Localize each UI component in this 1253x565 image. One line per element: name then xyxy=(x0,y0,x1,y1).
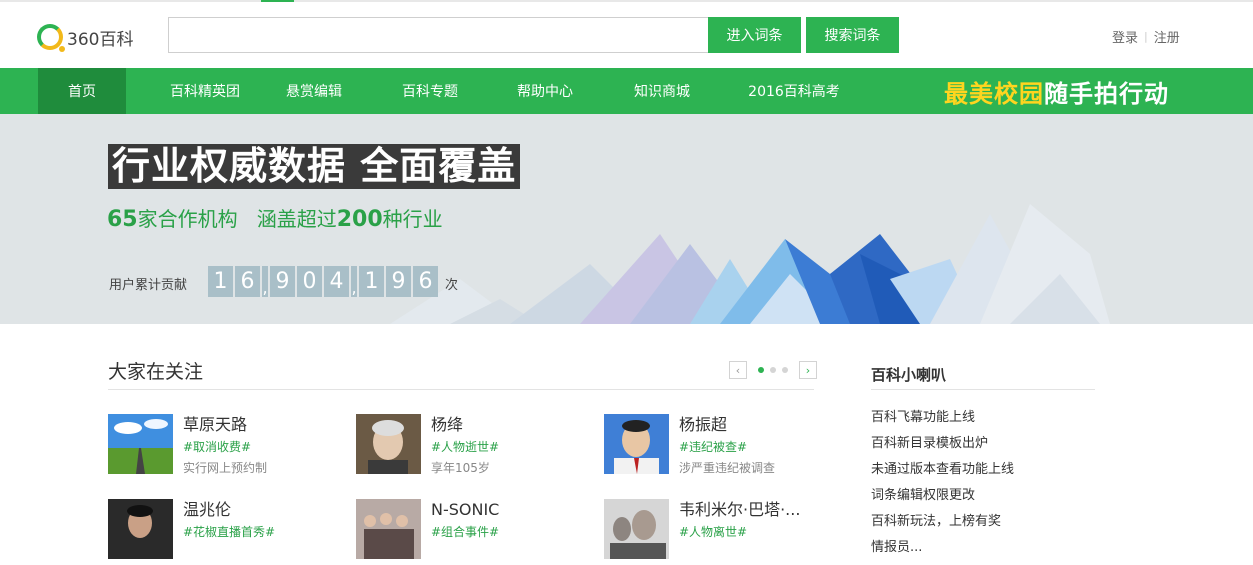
card-tag[interactable]: #取消收费# xyxy=(183,438,267,455)
enter-entry-button[interactable]: 进入词条 xyxy=(708,17,801,53)
promo-yellow-text: 最美校园 xyxy=(944,80,1044,108)
logo-text: 360百科 xyxy=(67,29,134,50)
sidebar-news-item[interactable]: 情报员... xyxy=(871,539,1014,565)
card-thumbnail xyxy=(356,499,421,559)
counter-digit: 4 xyxy=(324,266,349,297)
card-desc: 实行网上预约制 xyxy=(183,461,268,475)
next-page-button[interactable]: › xyxy=(799,361,817,379)
card-name[interactable]: 杨振超 xyxy=(679,414,775,436)
counter-label: 用户累计贡献 xyxy=(109,278,188,293)
section-title: 大家在关注 xyxy=(108,361,204,383)
card-thumbnail xyxy=(108,414,173,474)
industry-count: 200 xyxy=(336,207,383,232)
header: 360百科 进入词条 搜索词条 登录 | 注册 xyxy=(0,2,1253,68)
banner-title: 行业权威数据 全面覆盖 xyxy=(108,144,521,189)
card-tag[interactable]: #花椒直播首秀# xyxy=(183,523,275,540)
sidebar-divider xyxy=(871,389,1095,390)
sidebar-news-item[interactable]: 百科飞幕功能上线 xyxy=(871,409,1014,435)
page-dots xyxy=(755,367,791,373)
campus-promo-banner[interactable]: 最美校园随手拍行动 xyxy=(944,74,1169,109)
counter-unit: 次 xyxy=(445,278,459,293)
card-thumbnail xyxy=(604,414,669,474)
search-entry-button[interactable]: 搜索词条 xyxy=(806,17,899,53)
login-link[interactable]: 登录 xyxy=(1112,27,1138,46)
counter-comma: , xyxy=(351,266,357,297)
counter-digit: 6 xyxy=(413,266,438,297)
trending-card[interactable]: 杨振超 #违纪被查# 涉严重违纪被调查 xyxy=(604,414,775,476)
trending-card[interactable]: N-SONIC #组合事件# xyxy=(356,499,499,559)
partner-label: 家合作机构 xyxy=(137,207,238,231)
counter-digit: 6 xyxy=(235,266,260,297)
sidebar-news-list: 百科飞幕功能上线 百科新目录模板出炉 未通过版本查看功能上线 词条编辑权限更改 … xyxy=(871,409,1014,565)
card-desc: 涉严重违纪被调查 xyxy=(679,461,776,475)
trending-card[interactable]: 杨绛 #人物逝世# 享年105岁 xyxy=(356,414,499,476)
trending-card[interactable]: 温兆伦 #花椒直播首秀# xyxy=(108,499,275,559)
card-desc: 享年105岁 xyxy=(431,461,490,475)
card-thumbnail xyxy=(604,499,669,559)
card-tag[interactable]: #组合事件# xyxy=(431,523,499,540)
prev-page-button[interactable]: ‹ xyxy=(729,361,747,379)
card-name[interactable]: 杨绛 xyxy=(431,414,499,436)
page-dot[interactable] xyxy=(782,367,788,373)
card-tag[interactable]: #违纪被查# xyxy=(679,438,775,455)
counter-digit: 0 xyxy=(297,266,322,297)
contribution-counter: 1 6 , 9 0 4 , 1 9 6 xyxy=(208,266,440,297)
partner-count: 65 xyxy=(107,207,138,232)
sidebar-title: 百科小喇叭 xyxy=(871,366,947,384)
counter-digit: 1 xyxy=(359,266,384,297)
counter-digit: 9 xyxy=(270,266,295,297)
nav-item-help[interactable]: 帮助中心 xyxy=(507,68,583,114)
nav-item-elite[interactable]: 百科精英团 xyxy=(146,68,264,114)
login-area: 登录 | 注册 xyxy=(1112,27,1180,46)
section-divider xyxy=(108,389,814,390)
sidebar-news-item[interactable]: 百科新目录模板出炉 xyxy=(871,435,1014,461)
logo-icon xyxy=(37,24,65,52)
page-dot[interactable] xyxy=(770,367,776,373)
trending-card[interactable]: 韦利米尔·巴塔·... #人物离世# xyxy=(604,499,800,559)
industry-label: 种行业 xyxy=(382,207,443,231)
counter-digit: 9 xyxy=(386,266,411,297)
card-thumbnail xyxy=(108,499,173,559)
card-tag[interactable]: #人物离世# xyxy=(679,523,800,540)
coverage-label: 涵盖超过 xyxy=(256,207,337,231)
sidebar-news-item[interactable]: 词条编辑权限更改 xyxy=(871,487,1014,513)
trending-card[interactable]: 草原天路 #取消收费# 实行网上预约制 xyxy=(108,414,267,476)
card-name[interactable]: 草原天路 xyxy=(183,414,267,436)
separator: | xyxy=(1144,30,1148,43)
card-tag[interactable]: #人物逝世# xyxy=(431,438,499,455)
nav-item-store[interactable]: 知识商城 xyxy=(624,68,700,114)
nav-item-topics[interactable]: 百科专题 xyxy=(392,68,468,114)
sidebar-news-item[interactable]: 未通过版本查看功能上线 xyxy=(871,461,1014,487)
counter-comma: , xyxy=(262,266,268,297)
logo[interactable]: 360百科 xyxy=(37,23,134,52)
nav-item-home[interactable]: 首页 xyxy=(38,68,126,114)
nav-item-reward[interactable]: 悬赏编辑 xyxy=(276,68,352,114)
main-nav: 首页 百科精英团 悬赏编辑 百科专题 帮助中心 知识商城 2016百科高考 最美… xyxy=(0,68,1253,114)
card-name[interactable]: N-SONIC xyxy=(431,499,499,521)
banner-subtitle: 65家合作机构 涵盖超过200种行业 xyxy=(107,203,443,232)
nav-item-gaokao[interactable]: 2016百科高考 xyxy=(740,68,848,114)
carousel-pager: ‹ › xyxy=(729,361,817,379)
promo-white-text: 随手拍行动 xyxy=(1044,80,1169,108)
card-thumbnail xyxy=(356,414,421,474)
sidebar-news-item[interactable]: 百科新玩法，上榜有奖 xyxy=(871,513,1014,539)
card-name[interactable]: 温兆伦 xyxy=(183,499,275,521)
register-link[interactable]: 注册 xyxy=(1154,27,1180,46)
hero-banner[interactable]: 行业权威数据 全面覆盖 65家合作机构 涵盖超过200种行业 用户累计贡献 1 … xyxy=(0,114,1253,324)
search-input[interactable] xyxy=(168,17,709,53)
card-name[interactable]: 韦利米尔·巴塔·... xyxy=(679,499,800,521)
counter-digit: 1 xyxy=(208,266,233,297)
page-dot-active[interactable] xyxy=(758,367,764,373)
